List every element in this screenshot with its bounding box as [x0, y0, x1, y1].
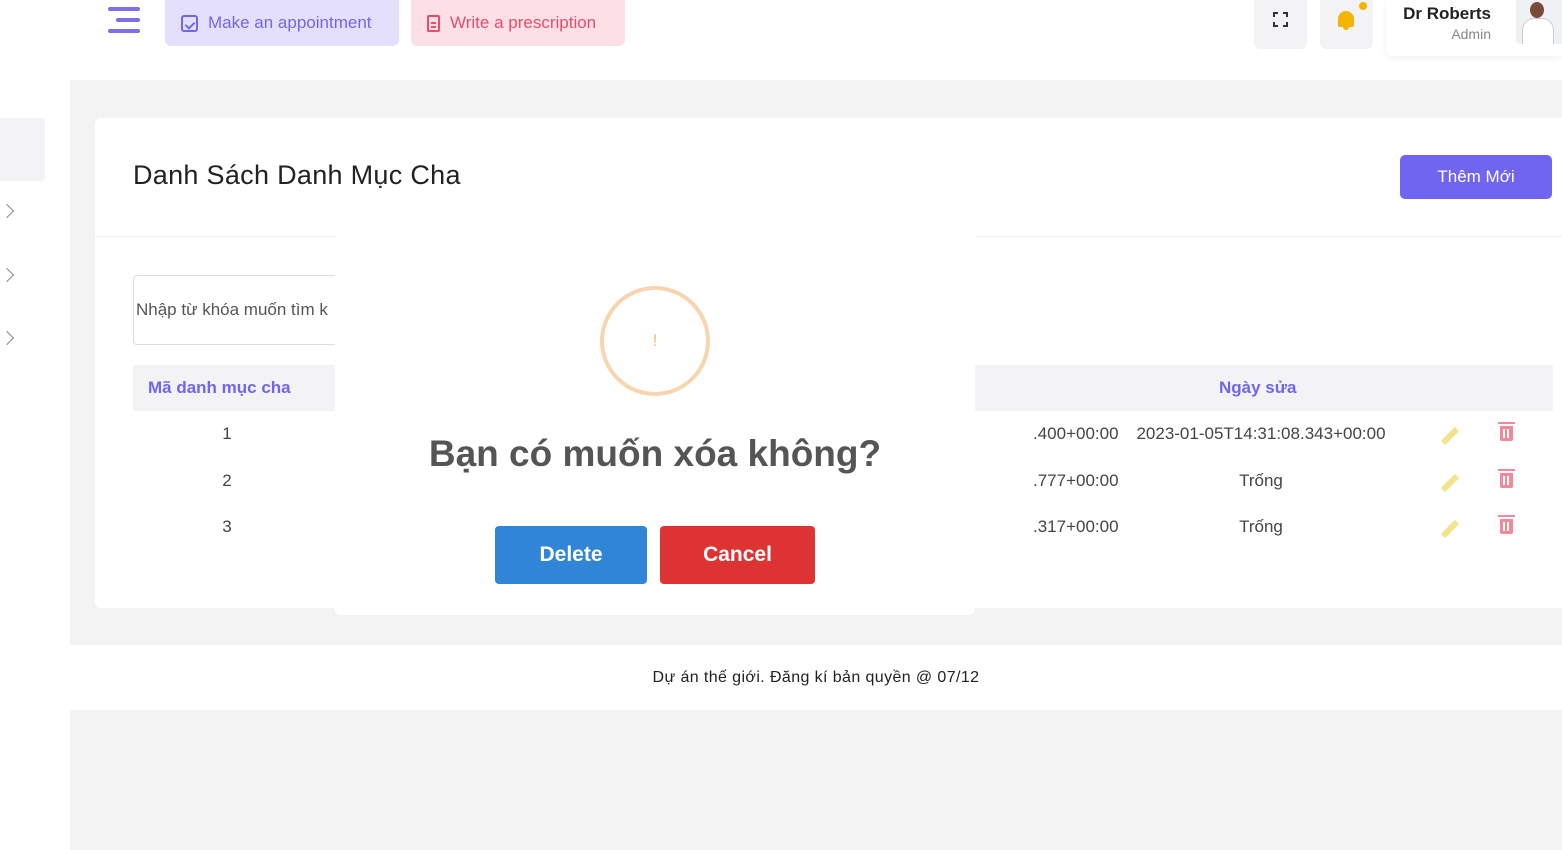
delete-confirm-dialog: ! Bạn có muốn xóa không? Delete Cancel	[335, 225, 975, 615]
warning-icon-glyph: !	[652, 331, 658, 350]
notifications-button[interactable]	[1320, 0, 1373, 49]
fullscreen-button[interactable]	[1254, 0, 1307, 49]
make-appointment-button[interactable]: Make an appointment	[165, 0, 399, 46]
warning-icon: !	[600, 286, 710, 396]
chevron-right-icon[interactable]	[0, 330, 15, 346]
column-header-code: Mã danh mục cha	[148, 378, 291, 397]
page-title: Danh Sách Danh Mục Cha	[133, 160, 461, 190]
cancel-button[interactable]: Cancel	[660, 526, 815, 584]
fullscreen-icon	[1273, 12, 1288, 27]
cell-modified: 2023-01-05T14:31:08.343+00:00	[1136, 424, 1386, 443]
cell-modified: Trống	[1239, 471, 1283, 490]
delete-trash-icon[interactable]	[1498, 515, 1515, 534]
avatar[interactable]	[1516, 0, 1562, 44]
delete-trash-icon[interactable]	[1498, 469, 1515, 488]
footer: Dự án thế giới. Đăng kí bản quyền @ 07/1…	[70, 645, 1562, 710]
cell-code: 2	[222, 471, 232, 490]
write-prescription-button[interactable]: Write a prescription	[411, 0, 625, 46]
cell-code: 1	[222, 424, 232, 443]
edit-pencil-icon[interactable]	[1440, 426, 1460, 446]
notification-dot	[1359, 2, 1367, 10]
column-header-modified: Ngày sửa	[1219, 378, 1297, 397]
chevron-right-icon[interactable]	[0, 267, 15, 283]
dialog-title: Bạn có muốn xóa không?	[428, 433, 882, 474]
write-prescription-label: Write a prescription	[450, 13, 597, 32]
add-new-button[interactable]: Thêm Mới	[1400, 155, 1552, 199]
user-name: Dr Roberts	[1403, 4, 1491, 23]
sidebar	[0, 0, 70, 850]
make-appointment-label: Make an appointment	[208, 13, 372, 32]
edit-pencil-icon[interactable]	[1440, 519, 1460, 539]
document-icon	[427, 14, 440, 32]
calendar-check-icon	[181, 14, 198, 32]
cell-code: 3	[222, 517, 232, 536]
hamburger-menu-icon[interactable]	[108, 5, 140, 35]
edit-pencil-icon[interactable]	[1440, 473, 1460, 493]
delete-button[interactable]: Delete	[495, 526, 647, 584]
bell-icon	[1338, 11, 1354, 30]
user-role: Admin	[1451, 26, 1491, 42]
cell-modified: Trống	[1239, 517, 1283, 536]
top-header: Make an appointment Write a prescription…	[70, 0, 1562, 80]
user-profile[interactable]: Dr Roberts Admin	[1386, 0, 1562, 56]
sidebar-item-active[interactable]	[0, 118, 45, 181]
chevron-right-icon[interactable]	[0, 203, 15, 219]
delete-trash-icon[interactable]	[1498, 422, 1515, 441]
